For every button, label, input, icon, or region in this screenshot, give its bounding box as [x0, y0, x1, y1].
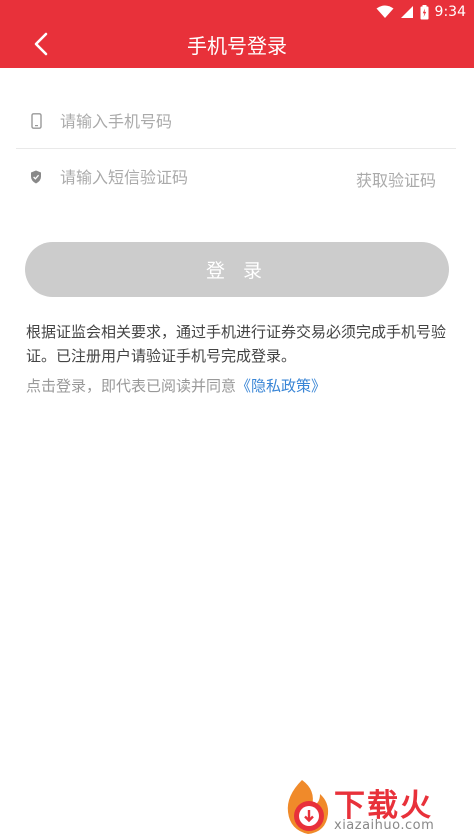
battery-icon — [420, 4, 429, 20]
watermark: 下载火 xiazaihuo.com — [282, 778, 468, 836]
signal-icon — [400, 5, 414, 19]
phone-input[interactable] — [60, 111, 456, 131]
phone-icon — [26, 113, 46, 129]
page-title: 手机号登录 — [187, 34, 287, 58]
login-button[interactable]: 登 录 — [25, 242, 449, 297]
app-bar: 手机号登录 — [0, 24, 474, 68]
agreement-prefix: 点击登录，即代表已阅读并同意 — [26, 377, 237, 395]
notice-text: 根据证监会相关要求，通过手机进行证券交易必须完成手机号验证。已注册用户请验证手机… — [26, 323, 447, 365]
privacy-policy-link[interactable]: 《隐私政策》 — [236, 377, 326, 395]
wifi-icon — [376, 5, 394, 19]
watermark-domain: xiazaihuo.com — [334, 818, 435, 833]
shield-icon — [26, 170, 46, 184]
status-time: 9:34 — [434, 4, 466, 20]
flame-logo-icon — [282, 778, 332, 840]
agreement-text: 点击登录，即代表已阅读并同意《隐私政策》 — [26, 374, 326, 398]
status-bar: 9:34 — [0, 0, 474, 24]
phone-row — [16, 93, 456, 149]
get-code-button[interactable]: 获取验证码 — [356, 167, 436, 191]
